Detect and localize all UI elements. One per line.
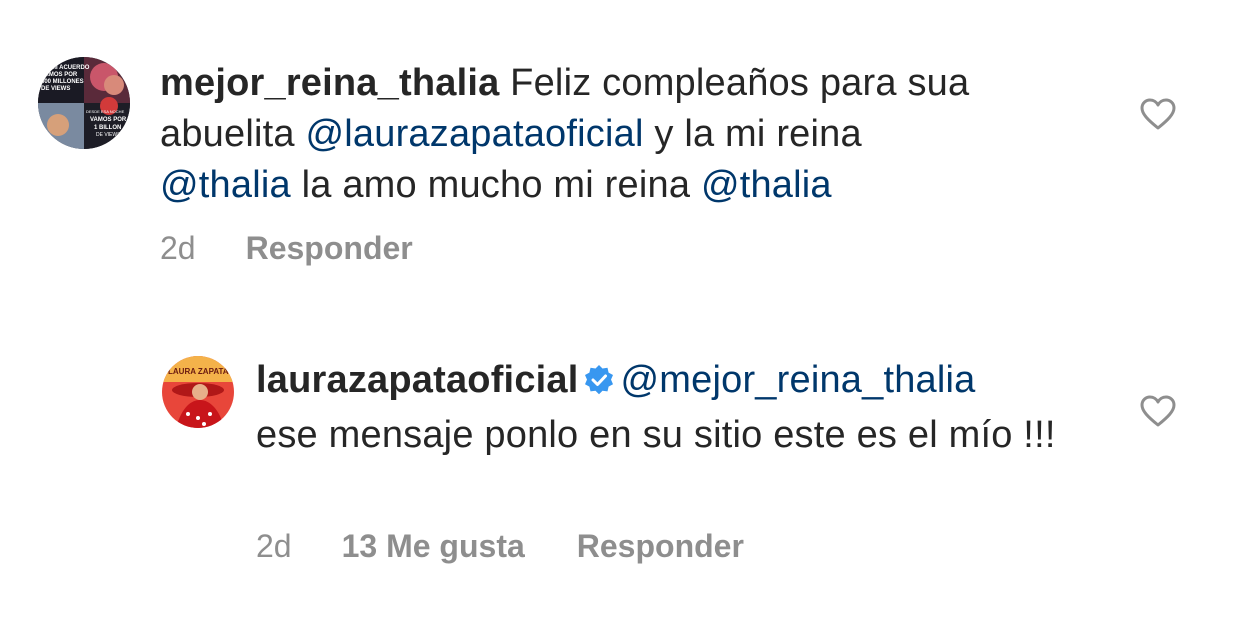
likes-count[interactable]: 13 Me gusta (342, 528, 525, 565)
comment-text: la amo mucho mi reina (290, 164, 701, 206)
avatar-text-line: LAURA ZAPATA (168, 367, 229, 376)
avatar-text-line: VAMOS POR (90, 117, 127, 123)
avatar-text-line: LO MI ACUERDO (41, 65, 90, 71)
avatar-text-line: DE VIEWS (96, 132, 121, 138)
comment-body: laurazapataoficial @mejor_reina_thalia es… (256, 355, 1086, 461)
profile-picture-red-dress-icon: LAURA ZAPATA (162, 356, 234, 428)
comment-item: LAURA ZAPATA laurazapataoficial @mejor_re… (0, 300, 1242, 621)
mention-link[interactable]: @thalia (701, 164, 832, 206)
comment-text: y la mi reina (643, 113, 862, 155)
mention-link[interactable]: @thalia (160, 164, 291, 206)
profile-picture-collage-icon: LO MI ACUERDO VAMOS POR 500 MILLONES DE … (38, 57, 130, 149)
comment-time: 2d (160, 230, 196, 266)
comment-username[interactable]: mejor_reina_thalia (160, 62, 499, 104)
verified-badge-icon (583, 359, 615, 410)
mention-link[interactable]: @mejor_reina_thalia (621, 359, 976, 401)
avatar[interactable]: LAURA ZAPATA (162, 356, 234, 428)
avatar-text-line: 500 MILLONES (41, 79, 84, 85)
avatar-text-line: 1 BILLON (94, 125, 121, 131)
comment-item: LO MI ACUERDO VAMOS POR 500 MILLONES DE … (0, 0, 1242, 300)
comment-time: 2d (256, 528, 292, 564)
comment-username[interactable]: laurazapataoficial (256, 359, 579, 401)
reply-button[interactable]: Responder (577, 528, 744, 565)
avatar-text-line: DE VIEWS (41, 86, 70, 92)
comment-text: ese mensaje ponlo en su sitio este es el… (256, 414, 1056, 456)
mention-link[interactable]: @laurazapataoficial (305, 113, 643, 155)
comment-meta: 2d Responder (160, 230, 413, 267)
reply-button[interactable]: Responder (246, 230, 413, 267)
avatar[interactable]: LO MI ACUERDO VAMOS POR 500 MILLONES DE … (38, 57, 130, 149)
comment-body: mejor_reina_thalia Feliz compleaños para… (160, 58, 1090, 211)
avatar-text-line: DESDE ESA NOCHE (86, 109, 125, 114)
comment-meta: 2d 13 Me gusta Responder (256, 528, 744, 565)
avatar-text-line: VAMOS POR (41, 72, 78, 78)
heart-icon[interactable] (1140, 395, 1176, 427)
heart-icon[interactable] (1140, 98, 1176, 130)
